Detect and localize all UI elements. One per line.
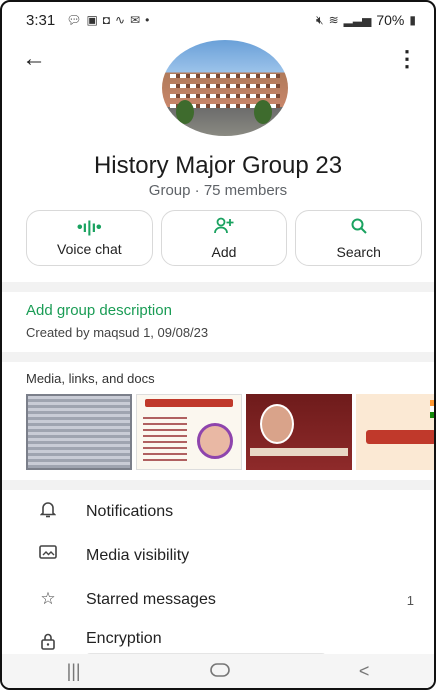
more-vertical-icon[interactable]: ⋮ (396, 46, 418, 72)
notifications-item[interactable]: Notifications (2, 490, 434, 534)
home-button[interactable] (209, 661, 230, 682)
add-description-link[interactable]: Add group description (26, 302, 172, 319)
message-icon: ◘ (102, 13, 111, 27)
add-label: Add (211, 243, 237, 260)
encryption-label: Encryption (86, 630, 162, 647)
group-info: Group · 75 members (148, 182, 288, 199)
media-visibility-label: Media visibility (86, 547, 190, 564)
wifi-icon: ≋ (328, 13, 339, 27)
divider (2, 480, 434, 490)
media-thumbnail-poster[interactable] (356, 394, 434, 470)
mute-icon: 🔇︎ (316, 12, 324, 27)
group-name[interactable]: History Major Group 23 (2, 152, 434, 180)
system-nav-bar: ||| < (2, 654, 434, 688)
divider (2, 352, 434, 362)
settings-list: Notifications Media visibility ☆ Starred… (2, 490, 434, 656)
signal-icon: ▂▃▅ (343, 13, 372, 27)
arrow-left-icon[interactable]: ← (22, 44, 46, 74)
wifi-calling-icon: ∿ (115, 13, 126, 27)
bell-icon (38, 500, 58, 522)
notifications-label: Notifications (86, 503, 174, 520)
battery-icon: ▮ (409, 13, 416, 27)
created-by-text: Created by maqsud 1, 09/08/23 (26, 325, 209, 340)
search-label: Search (336, 243, 381, 260)
battery-level: 70% (376, 12, 405, 28)
star-icon: ☆ (40, 589, 56, 608)
media-section-title[interactable]: Media, links, and docs (26, 371, 155, 386)
recents-button[interactable]: ||| (67, 661, 81, 682)
media-thumbnails (26, 394, 434, 470)
lock-icon (38, 632, 58, 654)
media-visibility-item[interactable]: Media visibility (2, 534, 434, 578)
dot-icon: • (145, 13, 150, 27)
mail-icon: ✉ (130, 13, 141, 27)
voice-chat-label: Voice chat (57, 241, 122, 257)
media-thumbnail-poster[interactable] (246, 394, 352, 470)
group-avatar[interactable] (162, 40, 288, 136)
action-buttons: •ı|ı• Voice chat Add Search (26, 210, 423, 266)
image-icon (38, 544, 58, 566)
encryption-item[interactable]: Encryption (2, 622, 434, 656)
status-bar: 3:31 💬︎ ▣ ◘ ∿ ✉ • 🔇︎ ≋ ▂▃▅ 70% ▮ (2, 2, 434, 38)
starred-messages-item[interactable]: ☆ Starred messages 1 (2, 578, 434, 622)
gallery-icon: ▣ (86, 13, 98, 27)
search-button[interactable]: Search (295, 210, 423, 266)
back-button[interactable]: < (359, 661, 370, 682)
add-member-button[interactable]: Add (160, 210, 288, 266)
media-thumbnail-poster[interactable] (136, 394, 242, 470)
chat-icon: 💬︎ (66, 13, 82, 27)
phone-screen: 3:31 💬︎ ▣ ◘ ∿ ✉ • 🔇︎ ≋ ▂▃▅ 70% ▮ ← ⋮ His… (0, 0, 436, 690)
starred-count: 1 (406, 592, 414, 608)
add-person-icon (213, 217, 235, 240)
search-icon (350, 217, 368, 240)
voice-chat-button[interactable]: •ı|ı• Voice chat (26, 210, 153, 266)
starred-messages-label: Starred messages (86, 591, 216, 608)
divider (2, 282, 434, 292)
voice-wave-icon: •ı|ı• (77, 219, 102, 236)
status-time: 3:31 (26, 11, 56, 29)
flag-icon (430, 400, 434, 418)
media-thumbnail-document[interactable] (26, 394, 132, 470)
